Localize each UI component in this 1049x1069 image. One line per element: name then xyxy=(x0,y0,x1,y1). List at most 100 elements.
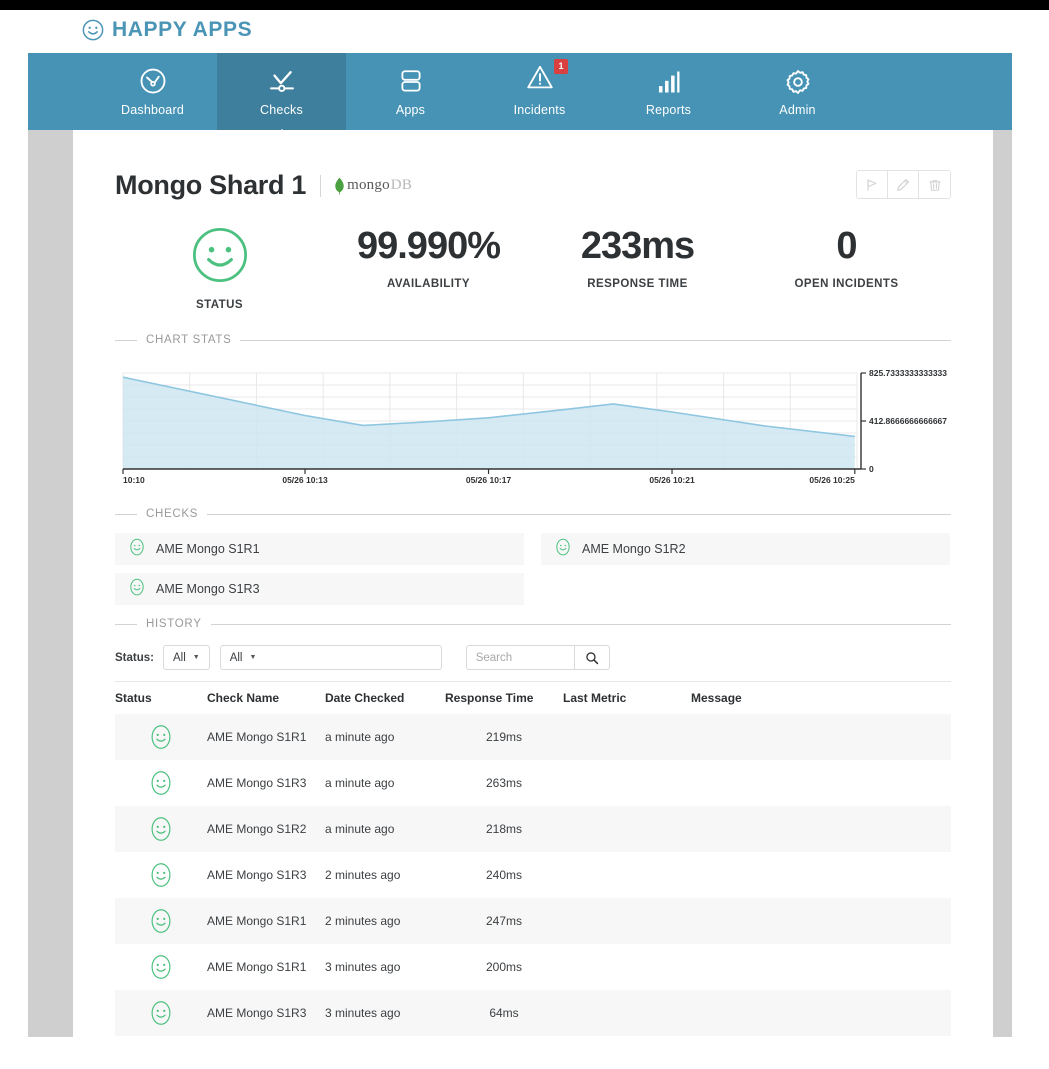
column-header[interactable]: Check Name xyxy=(207,681,325,714)
cell-message xyxy=(691,898,951,944)
kpi-status: STATUS xyxy=(115,226,324,311)
mongodb-logo: mongo DB xyxy=(333,177,412,195)
section-header: CHART STATS xyxy=(115,333,951,347)
nav-item-checks[interactable]: Checks xyxy=(217,53,346,141)
column-header[interactable]: Last Metric xyxy=(563,681,691,714)
cell-check-name: AME Mongo S1R2 xyxy=(207,822,307,836)
table-row[interactable]: AME Mongo S1R16 minutes ago358ms xyxy=(115,1036,951,1037)
nav-label: Dashboard xyxy=(121,103,184,117)
cell-message xyxy=(691,990,951,1036)
status-smiley-icon xyxy=(556,538,570,555)
brand-name: HAPPY APPS xyxy=(112,18,253,41)
cell-response-time: 263ms xyxy=(485,776,523,790)
check-name: AME Mongo S1R2 xyxy=(582,542,686,556)
checks-section: CHECKS AME Mongo S1R1 AME Mongo S1R2 AME M… xyxy=(115,507,951,613)
column-header[interactable]: Date Checked xyxy=(325,681,445,714)
cell-date-checked: a minute ago xyxy=(325,776,395,790)
edit-button[interactable] xyxy=(888,171,919,198)
check-status-icon xyxy=(554,538,572,561)
cell-response-time: 219ms xyxy=(485,730,523,744)
cell-last-metric xyxy=(563,1036,691,1037)
section-dash xyxy=(115,513,137,515)
nav-item-admin[interactable]: Admin xyxy=(733,53,862,130)
type-filter-dropdown[interactable]: All ▼ xyxy=(219,645,442,670)
checks-icon xyxy=(267,66,297,96)
brand-logo[interactable]: HAPPY APPS xyxy=(82,18,252,42)
cell-status xyxy=(115,1036,207,1037)
page-root: HAPPY APPS Dashboard Checks Apps 1 Incid… xyxy=(0,0,1049,1069)
cell-status xyxy=(115,990,207,1036)
check-item[interactable]: AME Mongo S1R1 xyxy=(115,533,524,565)
top-black-bar xyxy=(0,0,1049,10)
table-row[interactable]: AME Mongo S1R2 a minute ago 218ms xyxy=(115,806,951,852)
cell-status xyxy=(115,852,207,898)
kpi-response-time: 233ms RESPONSE TIME xyxy=(533,226,742,311)
status-smiley-icon xyxy=(151,1001,171,1025)
svg-text:825.7333333333333: 825.7333333333333 xyxy=(869,368,947,378)
cell-last-metric xyxy=(563,990,691,1036)
checks-list: AME Mongo S1R1 AME Mongo S1R2 AME Mongo S1… xyxy=(115,533,951,613)
table-row[interactable]: AME Mongo S1R1 a minute ago 219ms xyxy=(115,714,951,760)
section-dash xyxy=(115,339,137,341)
table-row[interactable]: AME Mongo S1R1 2 minutes ago 247ms xyxy=(115,898,951,944)
cell-check-name: AME Mongo S1R1 xyxy=(207,960,307,974)
cell-check-name: AME Mongo S1R1 xyxy=(207,730,307,744)
status-smiley-icon xyxy=(151,863,171,887)
kpi-value: 99.990% xyxy=(356,225,501,267)
page-side-strip-left xyxy=(28,130,73,1037)
table-row[interactable]: AME Mongo S1R3 3 minutes ago 64ms xyxy=(115,990,951,1036)
kpi-label: STATUS xyxy=(196,299,243,311)
section-title: CHART STATS xyxy=(146,334,232,346)
history-table-body: AME Mongo S1R1 a minute ago 219ms AME Mongo… xyxy=(115,714,951,1037)
cell-message xyxy=(691,1036,951,1037)
section-rule xyxy=(240,339,951,341)
mongodb-word: mongo xyxy=(347,177,390,193)
nav-label: Admin xyxy=(779,103,816,117)
search-button[interactable] xyxy=(573,645,610,670)
kpi-label: RESPONSE TIME xyxy=(587,278,688,291)
check-status-icon xyxy=(128,578,146,601)
check-item[interactable]: AME Mongo S1R2 xyxy=(541,533,950,565)
table-row[interactable]: AME Mongo S1R1 3 minutes ago 200ms xyxy=(115,944,951,990)
cell-response-time: 358ms xyxy=(445,1036,563,1037)
check-name: AME Mongo S1R1 xyxy=(156,542,260,556)
magnifier-icon xyxy=(585,651,598,664)
cell-message xyxy=(691,714,951,760)
title-divider xyxy=(320,174,322,197)
table-row[interactable]: AME Mongo S1R3 a minute ago 263ms xyxy=(115,760,951,806)
cell-response-time: 218ms xyxy=(485,822,523,836)
cell-date-checked: a minute ago xyxy=(325,730,395,744)
column-header[interactable]: Response Time xyxy=(445,681,563,714)
delete-button[interactable] xyxy=(919,171,950,198)
svg-text:05/26 10:13: 05/26 10:13 xyxy=(282,475,328,485)
status-smiley-icon xyxy=(151,909,171,933)
nav-item-incidents[interactable]: 1 Incidents xyxy=(475,53,604,130)
table-row[interactable]: AME Mongo S1R3 2 minutes ago 240ms xyxy=(115,852,951,898)
page-header: Mongo Shard 1 mongo DB xyxy=(115,170,412,201)
column-header[interactable]: Message xyxy=(691,681,951,714)
check-item[interactable]: AME Mongo S1R3 xyxy=(115,573,524,605)
status-smiley-icon xyxy=(151,771,171,795)
nav-item-dashboard[interactable]: Dashboard xyxy=(88,53,217,130)
kpi-open-incidents: 0 OPEN INCIDENTS xyxy=(742,226,951,311)
status-filter-dropdown[interactable]: All ▼ xyxy=(162,645,210,670)
cell-check-name: AME Mongo S1R1 xyxy=(207,914,307,928)
nav-label: Apps xyxy=(395,103,426,117)
response-time-chart[interactable]: 0 412.8666666666667 825.7333333333333 10:10… xyxy=(115,365,951,485)
cell-check-name: AME Mongo S1R3 xyxy=(207,1006,307,1020)
column-header[interactable]: Status xyxy=(115,681,207,714)
cell-last-metric xyxy=(563,852,691,898)
nav-item-apps[interactable]: Apps xyxy=(346,53,475,130)
history-table-head: Status Check Name Date Checked Response Tim… xyxy=(115,681,951,714)
flag-icon xyxy=(867,178,877,191)
run-check-button[interactable] xyxy=(857,171,888,198)
search-input[interactable] xyxy=(465,645,574,670)
nav-item-reports[interactable]: Reports xyxy=(604,53,733,130)
svg-text:05/26 10:17: 05/26 10:17 xyxy=(466,475,512,485)
status-filter-label: Status: xyxy=(115,651,154,664)
cell-status xyxy=(115,898,207,944)
mongodb-leaf-icon xyxy=(335,177,344,194)
pencil-icon xyxy=(897,178,909,191)
cell-status xyxy=(115,806,207,852)
gauge-icon xyxy=(138,66,168,96)
